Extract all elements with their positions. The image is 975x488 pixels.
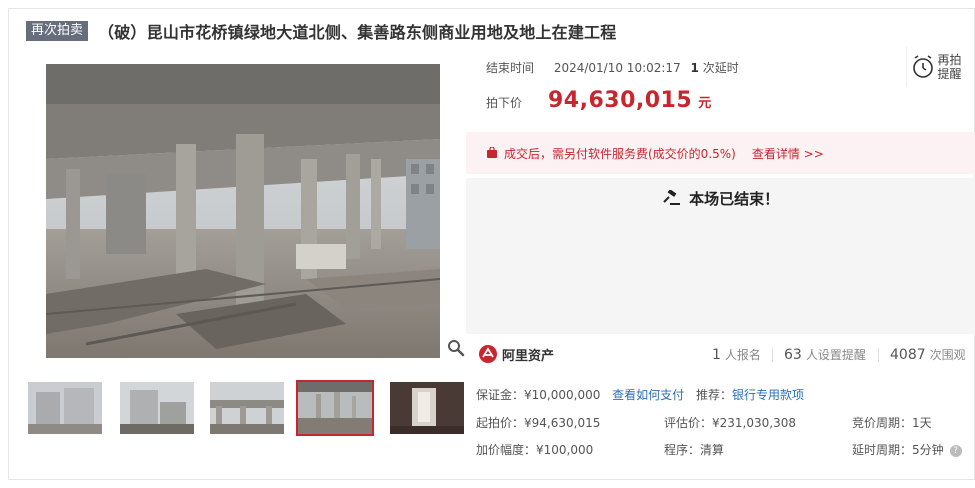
start-price: 起拍价：¥94,630,015 [476,416,601,430]
deposit-value: 保证金：¥10,000,000 [476,388,601,402]
construction-photo [46,64,440,358]
view-count: 4087 次围观 [890,346,966,363]
bid-period: 竞价周期：1天 [852,416,932,430]
shopping-bag-icon [487,147,497,158]
view-label: 次围观 [929,348,966,362]
auction-status-panel: 本场已结束！ [466,178,975,334]
delay-label: 次延时 [702,61,739,75]
thumbnail-2[interactable] [118,380,196,436]
fee-notice-text: 成交后，需另付软件服务费(成交价的0.5%) [504,146,736,161]
ended-text: 本场已结束！ [689,190,780,208]
divider [772,348,773,362]
view-number: 4087 [890,347,926,363]
alarm-clock-icon [912,55,933,78]
bid-increment: 加价幅度：¥100,000 [476,443,594,457]
assessed-price: 评估价：¥231,030,308 [664,416,796,430]
price-unit: 元 [698,96,712,111]
magnifier-icon[interactable] [447,339,465,357]
gavel-icon [663,189,680,205]
reauction-remind-button[interactable]: 再拍提醒 [906,47,968,87]
thumbnail-3[interactable] [208,380,286,436]
reminder-label: 人设置提醒 [805,348,866,362]
delay-count: 1 [690,61,699,75]
thumbnail-1[interactable] [26,380,104,436]
signup-label: 人报名 [724,348,761,362]
title-row: 再次拍卖 （破）昆山市花桥镇绿地大道北侧、集善路东侧商业用地及地上在建工程 [26,20,616,42]
signup-number: 1 [712,347,721,363]
ali-asset-logo[interactable]: 阿里资产 [478,344,554,364]
auction-ended-message: 本场已结束！ [466,188,975,209]
ali-asset-logo-icon [479,345,497,363]
recommend-label: 推荐： [696,388,733,402]
final-price-row: 拍下价 94,630,015 元 [486,88,711,113]
service-fee-notice: 成交后，需另付软件服务费(成交价的0.5%) 查看详情 >> [466,132,975,174]
end-time-value: 2024/01/10 10:02:17 [553,61,681,75]
procedure: 程序：清算 [664,443,725,457]
signup-count: 1 人报名 [712,346,761,363]
delay-period: 延时周期：5分钟 [852,443,944,457]
end-time-label: 结束时间 [486,61,535,75]
reauction-badge: 再次拍卖 [26,21,89,41]
reminder-count: 63 人设置提醒 [784,346,866,363]
fee-details-link[interactable]: 查看详情 >> [752,145,824,162]
divider [878,348,879,362]
thumbnail-4[interactable] [296,380,374,436]
thumbnail-5[interactable] [388,380,466,436]
main-photo[interactable] [46,64,440,358]
ali-asset-name: 阿里资产 [502,348,555,364]
delay-period-row: 延时周期：5分钟? [852,441,962,458]
end-time-row: 结束时间 2024/01/10 10:02:17 1 次延时 [486,59,739,76]
reminder-number: 63 [784,347,802,363]
remind-label: 再拍提醒 [937,53,962,81]
page-title: （破）昆山市花桥镇绿地大道北侧、集善路东侧商业用地及地上在建工程 [98,23,617,42]
help-icon[interactable]: ? [949,444,962,457]
how-to-pay-link[interactable]: 查看如何支付 [612,388,684,402]
bank-funds-link[interactable]: 银行专用款项 [732,388,804,402]
final-price-label: 拍下价 [486,96,523,110]
stats-bar: 阿里资产 1 人报名 63 人设置提醒 4087 次围观 [466,338,975,372]
deposit-row: 保证金：¥10,000,000 查看如何支付 推荐：银行专用款项 [476,386,804,403]
final-price-value: 94,630,015 [548,88,693,113]
